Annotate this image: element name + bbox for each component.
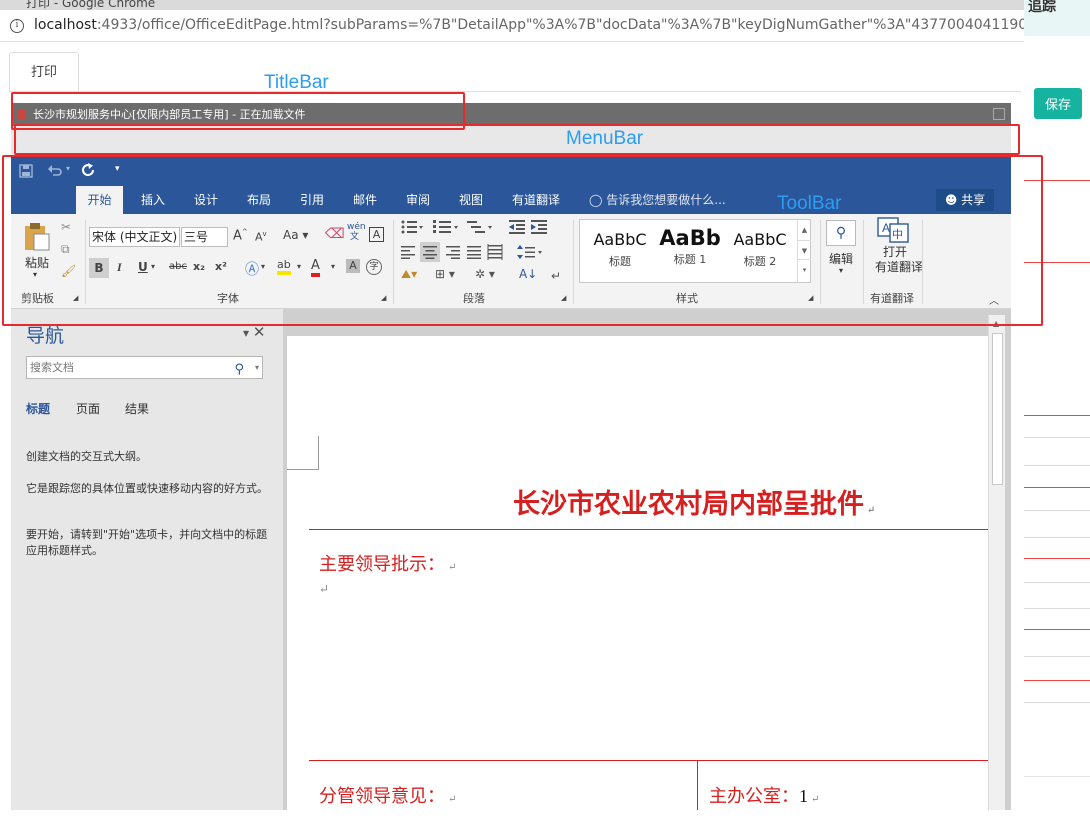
table-border (309, 760, 989, 761)
divider (1024, 415, 1090, 416)
scroll-thumb[interactable] (992, 333, 1003, 485)
divider (1024, 608, 1090, 609)
menubar-annotation-box (14, 124, 1020, 155)
toolbar-annotation-label: ToolBar (777, 193, 842, 214)
nav-tab-results[interactable]: 结果 (125, 400, 149, 417)
crop-mark (287, 436, 319, 470)
divider (1024, 702, 1090, 703)
url-text[interactable]: localhost:4933/office/OfficeEditPage.htm… (34, 17, 1058, 33)
document-heading[interactable]: 长沙市农业农村局内部呈批件 ↵ (513, 482, 875, 521)
info-icon[interactable]: i (10, 19, 24, 33)
page-header-title: 追踪 (1028, 0, 1056, 15)
nav-tab-pages[interactable]: 页面 (76, 400, 100, 417)
titlebar-annotation-label: TitleBar (264, 72, 329, 93)
document-page[interactable]: 长沙市农业农村局内部呈批件 ↵ 主要领导批示： ↵ ↵ 分管领导意见： ↵ 主办公室：… (287, 336, 989, 810)
divider (1024, 437, 1090, 438)
toolbar-annotation-box (2, 155, 1043, 326)
browser-title-bar: 打印 - Google Chrome (0, 0, 1024, 10)
nav-options-icon: ▾ (243, 326, 250, 340)
nav-tab-headings[interactable]: 标题 (26, 400, 50, 417)
field-deputy-leader[interactable]: 分管领导意见： ↵ (319, 782, 456, 808)
vertical-scrollbar[interactable]: ▲ (988, 315, 1005, 810)
divider (1024, 537, 1090, 538)
menubar-annotation-label: MenuBar (566, 128, 644, 149)
divider (1024, 629, 1090, 630)
background-page: 追踪 保存 (1024, 0, 1090, 830)
nav-help-text-3: 要开始，请转到"开始"选项卡，并向文档中的标题应用标题样式。 (26, 528, 268, 557)
address-bar[interactable]: i localhost:4933/office/OfficeEditPage.h… (0, 10, 1058, 42)
table-border (309, 529, 989, 530)
nav-help-text-1: 创建文档的交互式大纲。 (26, 450, 147, 463)
divider (1024, 582, 1090, 583)
nav-search-input[interactable]: 搜索文档 ⚲ ▾ (26, 356, 263, 379)
divider (1024, 656, 1090, 657)
divider (1024, 487, 1090, 488)
save-button[interactable]: 保存 (1034, 88, 1082, 119)
search-dropdown-icon[interactable]: ▾ (255, 357, 259, 378)
divider (1024, 680, 1090, 681)
divider (1024, 510, 1090, 511)
navigation-pane: 导航 ▾ ✕ 搜索文档 ⚲ ▾ 标题 页面 结果 创建文档的交互式大纲。 它是跟踪您… (11, 309, 283, 810)
field-office[interactable]: 主办公室：1 ↵ (709, 782, 819, 808)
maximize-icon[interactable] (993, 108, 1005, 120)
divider (1024, 558, 1090, 559)
field-main-leader[interactable]: 主要领导批示： ↵ (319, 550, 456, 576)
divider (1024, 776, 1090, 777)
search-icon[interactable]: ⚲ (234, 359, 244, 380)
divider (1024, 465, 1090, 466)
paragraph-mark: ↵ (319, 582, 330, 596)
nav-help-text-2: 它是跟踪您的具体位置或快速移动内容的好方式。 (26, 482, 268, 495)
window-title: 打印 - Google Chrome (26, 0, 156, 10)
tab-print[interactable]: 打印 (9, 52, 79, 92)
table-border (697, 760, 698, 810)
